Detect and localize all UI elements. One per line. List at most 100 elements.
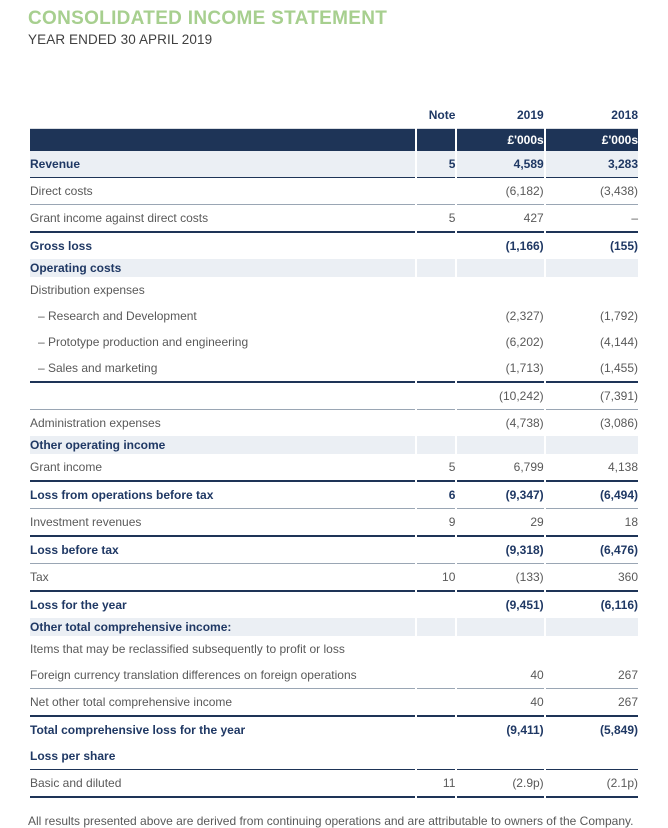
row-value-2018: (7,391) <box>546 383 638 410</box>
row-label <box>30 383 415 410</box>
row-label: Gross loss <box>30 233 415 259</box>
row-value-2018: (155) <box>546 233 638 259</box>
row-label: – Prototype production and engineering <box>30 329 415 355</box>
column-header-note: Note <box>417 103 455 129</box>
units-2019: £'000s <box>457 129 543 151</box>
row-label: Foreign currency translation differences… <box>30 662 415 689</box>
row-note <box>417 743 455 770</box>
row-value-2019: (4,738) <box>457 410 543 436</box>
row-value-2019: (2,327) <box>457 303 543 329</box>
row-label: Loss for the year <box>30 592 415 618</box>
row-label: Administration expenses <box>30 410 415 436</box>
row-note <box>417 178 455 205</box>
row-label: Operating costs <box>30 259 415 277</box>
column-header-2018: 2018 <box>546 103 638 129</box>
row-value-2019 <box>457 743 543 770</box>
row-note: 11 <box>417 770 455 798</box>
column-header-blank <box>30 103 415 129</box>
row-label: – Sales and marketing <box>30 355 415 383</box>
table-row-sales-marketing: – Sales and marketing (1,713) (1,455) <box>30 355 638 383</box>
row-note <box>417 383 455 410</box>
table-row-basic-and-diluted: Basic and diluted 11 (2.9p) (2.1p) <box>30 770 638 798</box>
row-value-2018: (6,116) <box>546 592 638 618</box>
row-note <box>417 233 455 259</box>
row-label: Tax <box>30 564 415 592</box>
row-value-2019: (6,202) <box>457 329 543 355</box>
row-value-2018: (1,792) <box>546 303 638 329</box>
row-note <box>417 537 455 564</box>
row-label: Loss from operations before tax <box>30 482 415 509</box>
table-row-loss-for-the-year: Loss for the year (9,451) (6,116) <box>30 592 638 618</box>
row-label: Revenue <box>30 151 415 178</box>
row-value-2018: (3,086) <box>546 410 638 436</box>
row-value-2018: (6,494) <box>546 482 638 509</box>
table-row-direct-costs: Direct costs (6,182) (3,438) <box>30 178 638 205</box>
table-row-loss-from-operations: Loss from operations before tax 6 (9,347… <box>30 482 638 509</box>
row-value-2019: (6,182) <box>457 178 543 205</box>
row-value-2018: – <box>546 205 638 233</box>
section-row-other-comprehensive-income: Other total comprehensive income: <box>30 618 638 636</box>
row-label: Other operating income <box>30 436 415 454</box>
footnote-text: All results presented above are derived … <box>28 814 640 828</box>
units-bar-row: £'000s £'000s <box>30 129 638 151</box>
table-row-loss-per-share: Loss per share <box>30 743 638 770</box>
row-note: 5 <box>417 454 455 482</box>
table-row-gross-loss: Gross loss (1,166) (155) <box>30 233 638 259</box>
row-note <box>417 592 455 618</box>
row-value-2018 <box>546 743 638 770</box>
table-row-investment-revenues: Investment revenues 9 29 18 <box>30 509 638 537</box>
row-note <box>417 717 455 743</box>
table-row-foreign-currency: Foreign currency translation differences… <box>30 662 638 689</box>
table-row-grant-income-direct: Grant income against direct costs 5 427 … <box>30 205 638 233</box>
row-note: 5 <box>417 205 455 233</box>
row-label: Loss per share <box>30 743 415 770</box>
row-value-2019: 29 <box>457 509 543 537</box>
table-row-distribution-subtotal: (10,242) (7,391) <box>30 383 638 410</box>
units-blank <box>30 129 415 151</box>
row-note <box>417 662 455 689</box>
row-value-2019: 4,589 <box>457 151 543 178</box>
table-row-loss-before-tax: Loss before tax (9,318) (6,476) <box>30 537 638 564</box>
row-note <box>417 303 455 329</box>
row-value-2018: 3,283 <box>546 151 638 178</box>
row-label: Investment revenues <box>30 509 415 537</box>
row-value-2018: (4,144) <box>546 329 638 355</box>
row-value-2018: 360 <box>546 564 638 592</box>
units-2018: £'000s <box>546 129 638 151</box>
column-header-2019: 2019 <box>457 103 543 129</box>
row-label: Items that may be reclassified subsequen… <box>30 636 415 662</box>
table-row-grant-income: Grant income 5 6,799 4,138 <box>30 454 638 482</box>
row-label: Direct costs <box>30 178 415 205</box>
table-row-prototype-production: – Prototype production and engineering (… <box>30 329 638 355</box>
table-row-distribution-expenses: Distribution expenses <box>30 277 638 303</box>
row-label: Grant income <box>30 454 415 482</box>
row-value-2019: (1,713) <box>457 355 543 383</box>
units-blank <box>417 129 455 151</box>
table-row-total-comprehensive-loss: Total comprehensive loss for the year (9… <box>30 717 638 743</box>
row-note <box>417 410 455 436</box>
row-value-2018: (1,455) <box>546 355 638 383</box>
section-row-other-operating-income: Other operating income <box>30 436 638 454</box>
table-row-administration-expenses: Administration expenses (4,738) (3,086) <box>30 410 638 436</box>
table-row-research-development: – Research and Development (2,327) (1,79… <box>30 303 638 329</box>
row-label: Basic and diluted <box>30 770 415 798</box>
row-note <box>417 329 455 355</box>
row-note: 10 <box>417 564 455 592</box>
row-value-2019: (9,347) <box>457 482 543 509</box>
row-value-2018: (6,476) <box>546 537 638 564</box>
row-value-2018: (3,438) <box>546 178 638 205</box>
section-row-operating-costs: Operating costs <box>30 259 638 277</box>
row-value-2019: (9,318) <box>457 537 543 564</box>
row-value-2019: (9,451) <box>457 592 543 618</box>
row-note <box>417 636 455 662</box>
row-value-2019: (10,242) <box>457 383 543 410</box>
row-value-2018: (2.1p) <box>546 770 638 798</box>
table-row-revenue: Revenue 5 4,589 3,283 <box>30 151 638 178</box>
report-page: CONSOLIDATED INCOME STATEMENT YEAR ENDED… <box>0 0 668 828</box>
table-row-items-reclassified: Items that may be reclassified subsequen… <box>30 636 638 662</box>
row-value-2019: (9,411) <box>457 717 543 743</box>
row-value-2019: 40 <box>457 662 543 689</box>
row-value-2018: 267 <box>546 662 638 689</box>
row-value-2019 <box>457 636 543 662</box>
row-note: 6 <box>417 482 455 509</box>
